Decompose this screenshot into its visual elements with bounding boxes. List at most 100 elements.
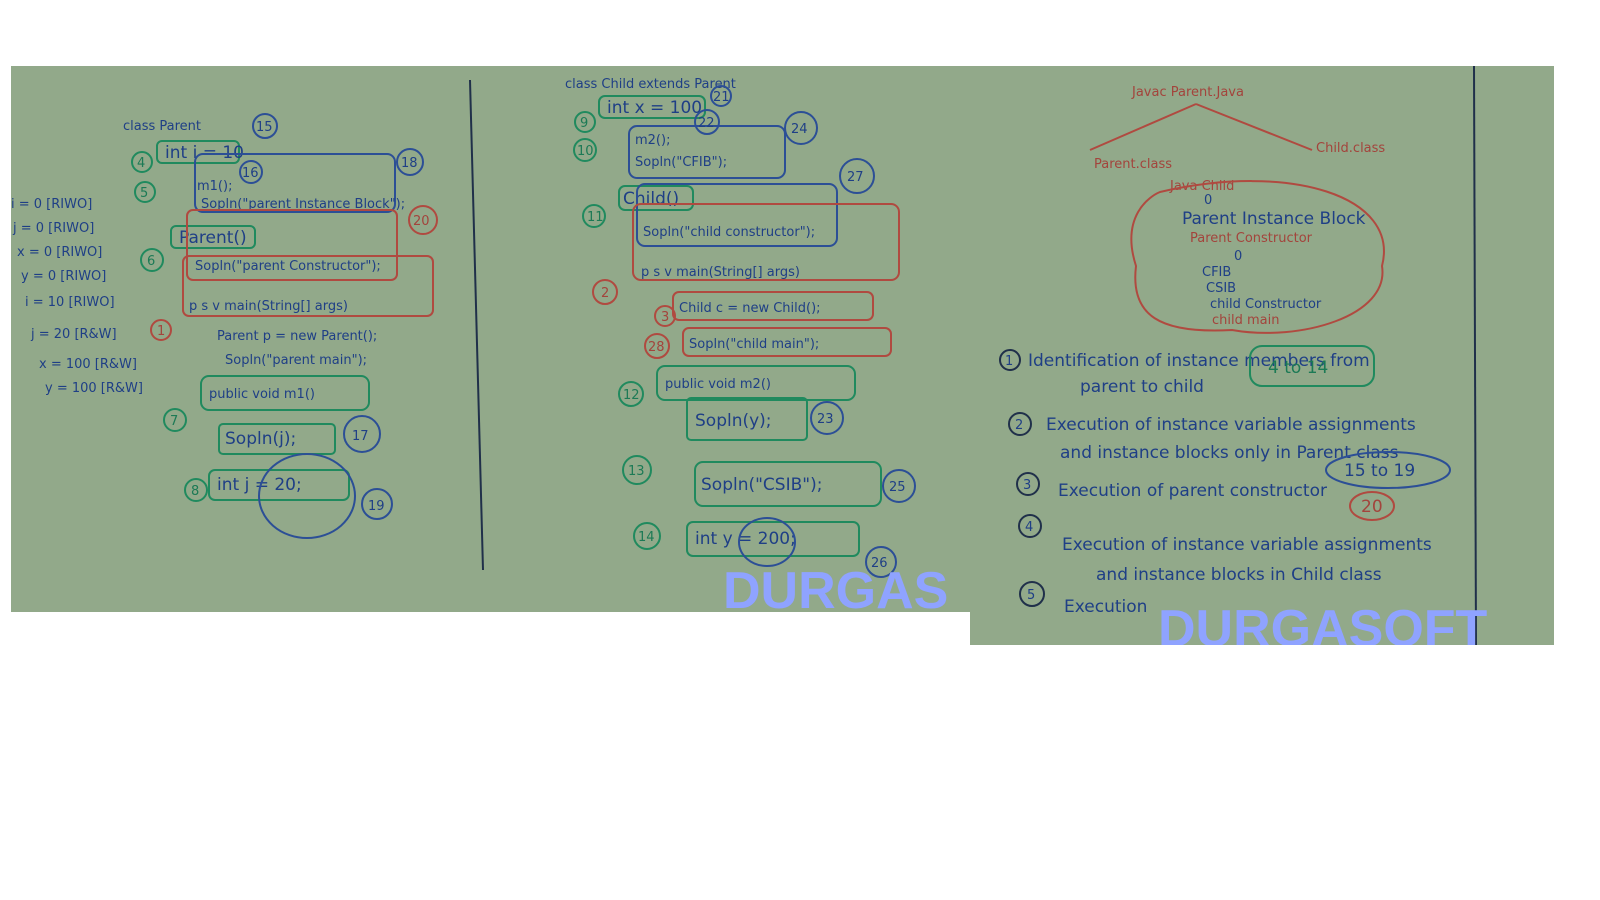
rule-number: 5 [1027, 588, 1035, 603]
rule-range: 4 to 14 [1268, 358, 1328, 378]
flow-item: CSIB [1206, 281, 1236, 296]
whiteboard-left: class Parent int i = 10 m1(); Sopln("par… [11, 66, 971, 612]
rule-text: Execution of parent constructor [1058, 481, 1327, 501]
parent-main-sig: p s v main(String[] args) [189, 299, 348, 314]
order-24: 24 [791, 122, 808, 137]
rule-1: 1 Identification of instance members fro… [999, 345, 1375, 397]
rule-text: Execution of instance variable assignmen… [1062, 535, 1432, 555]
step-8: 8 [191, 484, 199, 499]
step-12: 12 [623, 388, 640, 403]
rule-range: 15 to 19 [1344, 461, 1415, 481]
board-edge [1473, 66, 1477, 645]
rule-number: 3 [1023, 478, 1031, 493]
parent-class-header: class Parent [123, 119, 201, 134]
rule-text-2: parent to child [1080, 377, 1204, 397]
child-sopln-main: Sopln("child main"); [689, 337, 819, 352]
rule-text: Execution [1064, 597, 1147, 617]
step-28: 28 [648, 340, 665, 355]
flow-item: child Constructor [1210, 297, 1322, 312]
rule-4: 4 Execution of instance variable assignm… [1018, 514, 1432, 585]
circle-var-j [258, 453, 356, 539]
child-constructor: Child() [623, 189, 679, 209]
order-23: 23 [817, 412, 834, 427]
arrow-to-parent-class [1089, 103, 1197, 151]
parent-constructor: Parent() [179, 228, 247, 248]
step-9: 9 [580, 116, 588, 131]
child-class-header: class Child extends Parent [565, 77, 736, 92]
child-var-x: int x = 100 [607, 98, 702, 118]
parent-sopln-constructor: Sopln("parent Constructor"); [195, 259, 381, 274]
order-16: 16 [242, 166, 259, 181]
order-22: 22 [698, 116, 715, 131]
variable-state-list: i = 0 [RIWO] j = 0 [RIWO] x = 0 [RIWO] y… [11, 197, 143, 396]
order-18: 18 [401, 156, 418, 171]
step-7: 7 [170, 414, 178, 429]
step-11: 11 [587, 210, 604, 225]
order-27: 27 [847, 170, 864, 185]
child-new-child: Child c = new Child(); [679, 301, 821, 316]
state-item: x = 100 [R&W] [39, 357, 137, 372]
rule-2: 2 Execution of instance variable assignm… [1008, 412, 1451, 489]
order-20: 20 [413, 214, 430, 229]
state-item: j = 20 [R&W] [30, 327, 117, 342]
parent-class-file: Parent.class [1094, 157, 1172, 172]
step-6: 6 [147, 254, 155, 269]
flow-item: Parent Constructor [1190, 231, 1313, 246]
rule-5: 5 Execution [1019, 581, 1147, 617]
parent-sopln-j: Sopln(j); [225, 429, 296, 449]
whiteboard-left-drawing: class Parent int i = 10 m1(); Sopln("par… [11, 77, 948, 612]
order-15: 15 [256, 120, 273, 135]
child-sopln-constructor: Sopln("child constructor"); [643, 225, 815, 240]
flow-item: 0 [1204, 193, 1212, 208]
step-1: 1 [157, 324, 165, 339]
flow-item: CFIB [1202, 265, 1231, 280]
flow-item: Parent Instance Block [1182, 209, 1366, 229]
rule-number: 4 [1025, 520, 1033, 535]
rule-number: 2 [1015, 418, 1023, 433]
step-4: 4 [137, 156, 145, 171]
child-var-y: int y = 200; [695, 529, 796, 549]
board-divider [469, 79, 484, 571]
rule-text-2: and instance blocks only in Parent class [1060, 443, 1399, 463]
parent-new-parent: Parent p = new Parent(); [217, 329, 377, 344]
arrow-to-child-class [1195, 103, 1313, 151]
state-item: i = 0 [RIWO] [11, 197, 92, 212]
child-execution-order-circles: 21 22 24 27 23 25 26 [694, 85, 916, 578]
watermark-left: DURGAS [723, 562, 948, 612]
rule-text-2: and instance blocks in Child class [1096, 565, 1382, 585]
child-sopln-csib: Sopln("CSIB"); [701, 475, 822, 495]
step-10: 10 [577, 144, 594, 159]
child-class-file: Child.class [1316, 141, 1385, 156]
child-method-m2: public void m2() [665, 377, 771, 392]
order-21: 21 [713, 90, 730, 105]
rule-number: 1 [1005, 354, 1013, 369]
execution-flow-list: 0 Parent Instance Block Parent Construct… [1182, 193, 1366, 328]
order-19: 19 [368, 499, 385, 514]
javac-command: Javac Parent.Java [1131, 85, 1244, 100]
child-m2-call: m2(); [635, 133, 670, 148]
parent-sopln-main: Sopln("parent main"); [225, 353, 367, 368]
step-13: 13 [628, 464, 645, 479]
child-sopln-cfib: Sopln("CFIB"); [635, 155, 727, 170]
state-item: y = 100 [R&W] [45, 381, 143, 396]
watermark-right: DURGASOFT [1158, 600, 1488, 645]
step-3: 3 [661, 310, 669, 325]
parent-m1-call: m1(); [197, 179, 232, 194]
child-main-sig: p s v main(String[] args) [641, 265, 800, 280]
step-14: 14 [638, 530, 655, 545]
step-5: 5 [140, 186, 148, 201]
state-item: i = 10 [RIWO] [25, 295, 115, 310]
parent-method-m1: public void m1() [209, 387, 315, 402]
state-item: y = 0 [RIWO] [21, 269, 106, 284]
child-sopln-y: Sopln(y); [695, 411, 772, 431]
rule-range: 20 [1361, 497, 1383, 517]
flow-item: child main [1212, 313, 1279, 328]
whiteboard-right: Javac Parent.Java Parent.class Child.cla… [970, 66, 1554, 645]
state-item: x = 0 [RIWO] [17, 245, 102, 260]
order-25: 25 [889, 480, 906, 495]
rule-text: Execution of instance variable assignmen… [1046, 415, 1416, 435]
state-item: j = 0 [RIWO] [12, 221, 94, 236]
flow-item: 0 [1234, 249, 1242, 264]
step-2: 2 [601, 286, 609, 301]
whiteboard-right-drawing: Javac Parent.Java Parent.class Child.cla… [999, 66, 1488, 645]
